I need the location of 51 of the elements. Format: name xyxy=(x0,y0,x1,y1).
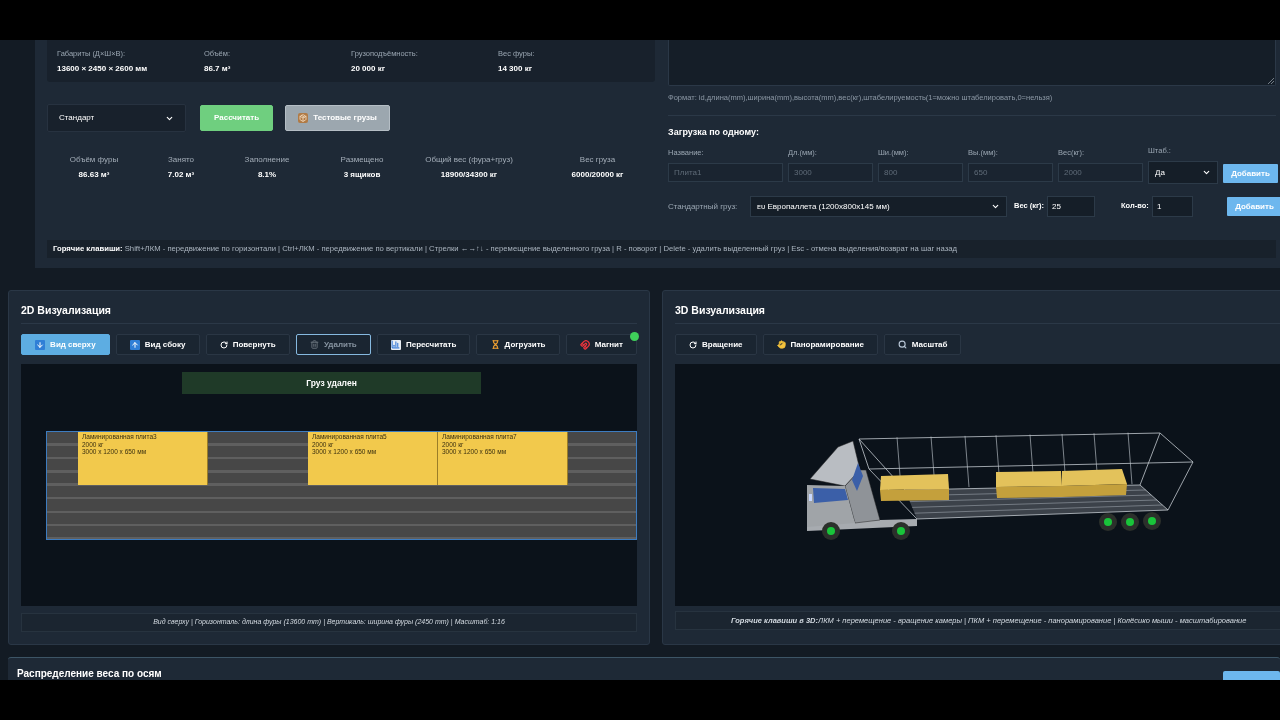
stat-label: Размещено xyxy=(340,155,384,165)
spec-value: 20 000 кг xyxy=(351,63,386,74)
toolbar-button[interactable]: Вид сбоку xyxy=(115,334,200,355)
toolbar-button[interactable]: Панорамирование xyxy=(762,334,878,355)
package-icon xyxy=(298,113,309,123)
toolbar-button[interactable]: Масштаб xyxy=(883,334,962,355)
stackable-select[interactable]: Да xyxy=(1148,161,1218,184)
spec-value: 86.7 м³ xyxy=(204,63,231,74)
stat-label: Заполнение xyxy=(244,155,290,165)
quantity-input[interactable]: 1 xyxy=(1152,196,1193,217)
chevron-down-icon xyxy=(991,202,1000,211)
stat-value: 6000/20000 кг xyxy=(571,170,624,180)
hourglass-icon xyxy=(490,340,500,349)
resize-grip-icon xyxy=(1268,78,1274,84)
stat-value: 18900/34300 кг xyxy=(440,170,498,180)
rotate-icon xyxy=(219,340,228,349)
stat-label: Вес груза xyxy=(579,155,616,165)
search-icon xyxy=(897,340,907,349)
spec-value: 14 300 кг xyxy=(498,63,533,74)
rotate-icon xyxy=(689,340,697,349)
toolbar-button[interactable]: Догрузить xyxy=(476,334,560,355)
panel-title: 3D Визуализация xyxy=(675,304,766,316)
stat-label: Общий вес (фура+груз) xyxy=(425,155,513,165)
hand-icon xyxy=(776,340,786,349)
toolbar-button[interactable]: Магнит xyxy=(565,334,637,355)
stat-label: Занято xyxy=(167,155,195,165)
toolbar-button[interactable]: Вращение xyxy=(675,334,757,355)
bar-chart-icon xyxy=(390,339,401,350)
stat-value: 7.02 м³ xyxy=(167,170,195,180)
stat-label: Объём фуры xyxy=(69,155,119,165)
spec-value: 13600 × 2450 × 2600 мм xyxy=(57,63,148,74)
section-title: Загрузка по одному: xyxy=(668,126,760,138)
field-label: Стандартный груз: xyxy=(668,200,739,213)
truck-type-select[interactable]: Стандарт xyxy=(47,104,186,132)
toolbar-button[interactable]: Повернуть xyxy=(205,334,290,355)
text-input[interactable]: 650 xyxy=(968,163,1053,182)
panel-title: Распределение веса по осям xyxy=(17,668,162,680)
partial-button[interactable] xyxy=(1223,671,1280,680)
toolbar-button[interactable]: Пересчитать xyxy=(376,334,471,355)
csv-textarea[interactable] xyxy=(668,40,1276,86)
chevron-down-icon xyxy=(1202,168,1211,177)
stat-value: 3 ящиков xyxy=(343,170,381,180)
panel-title: 2D Визуализация xyxy=(21,304,112,316)
weight-input[interactable]: 25 xyxy=(1047,196,1095,217)
text-input[interactable]: Плита1 xyxy=(668,163,783,182)
stat-value: 86.63 м³ xyxy=(78,170,110,180)
standard-cargo-select[interactable]: ᴇᴜ Европаллета (1200x800x145 мм) xyxy=(750,196,1007,217)
stat-value: 8.1% xyxy=(257,170,277,180)
toast-message: Груз удален xyxy=(182,372,481,394)
magnet-icon xyxy=(579,339,590,350)
trash-icon xyxy=(309,340,319,349)
